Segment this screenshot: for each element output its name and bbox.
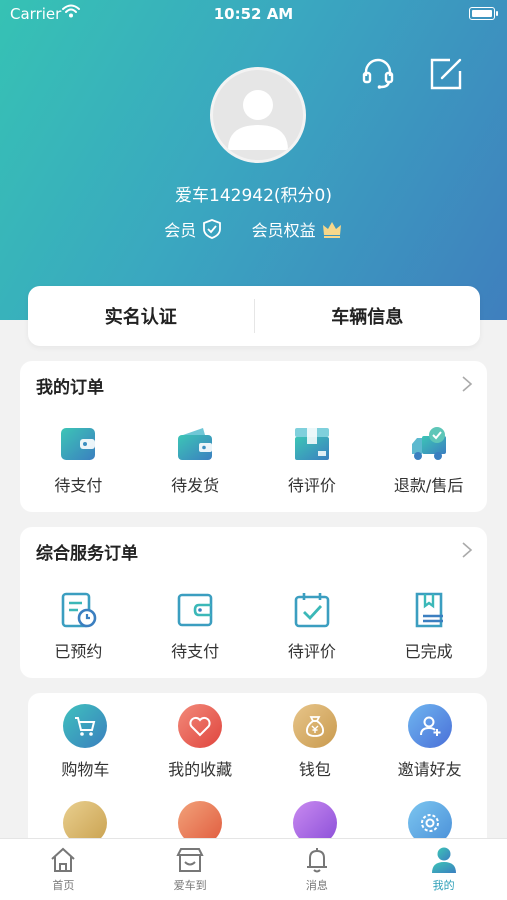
tab-label: 爱车到 xyxy=(173,879,207,892)
clock: 10:52 AM xyxy=(213,5,294,23)
tool-wallet[interactable]: 钱包 xyxy=(258,704,373,780)
calendar-check-icon xyxy=(294,593,330,628)
tool-label: 钱包 xyxy=(298,760,331,779)
tab-label: 首页 xyxy=(52,879,75,892)
tool-invite[interactable]: 邀请好友 xyxy=(372,704,487,780)
tab-car-service[interactable]: 爱车到 xyxy=(127,839,254,900)
tools-card: 购物车 我的收藏 钱包 邀请好友 xyxy=(28,693,487,853)
bell-icon xyxy=(306,848,327,873)
tab-real-name[interactable]: 实名认证 xyxy=(28,303,254,329)
bottom-tab-bar: 首页 爱车到 消息 我的 xyxy=(0,838,507,900)
wallet-outline-icon xyxy=(177,593,213,627)
edit-icon[interactable] xyxy=(428,56,464,92)
tool-cart[interactable]: 购物车 xyxy=(28,704,143,780)
verification-tabs: 实名认证 车辆信息 xyxy=(28,286,480,346)
order-label: 待评价 xyxy=(287,476,336,495)
order-pending-shipment[interactable]: 待发货 xyxy=(137,424,254,496)
status-bar: Carrier 10:52 AM xyxy=(0,0,507,30)
member-row: 会员 会员权益 xyxy=(0,217,507,241)
service-orders-title: 综合服务订单 xyxy=(36,544,138,564)
box-icon xyxy=(294,428,329,460)
heart-icon xyxy=(178,704,223,748)
member-label[interactable]: 会员 xyxy=(164,221,196,240)
tab-mine[interactable]: 我的 xyxy=(380,839,507,900)
completed-doc-icon xyxy=(415,592,443,628)
battery-icon xyxy=(469,7,498,20)
benefits-label[interactable]: 会员权益 xyxy=(252,221,316,240)
crown-icon xyxy=(322,222,341,238)
order-pending-review[interactable]: 待评价 xyxy=(254,424,371,496)
tool-label: 购物车 xyxy=(61,760,110,779)
order-pending-payment[interactable]: 待支付 xyxy=(20,424,137,496)
headset-icon[interactable] xyxy=(360,56,396,92)
truck-icon xyxy=(411,427,446,460)
store-icon xyxy=(176,848,204,872)
avatar[interactable] xyxy=(210,67,306,163)
order-label: 待支付 xyxy=(54,476,103,495)
order-label: 待发货 xyxy=(171,476,220,495)
service-pending-payment[interactable]: 待支付 xyxy=(137,590,254,662)
tab-label: 消息 xyxy=(305,879,328,892)
my-orders-title: 我的订单 xyxy=(36,378,104,398)
clock-document-icon xyxy=(62,592,97,628)
chevron-right-icon[interactable] xyxy=(461,375,473,393)
service-label: 待评价 xyxy=(287,642,336,661)
tool-label: 邀请好友 xyxy=(397,760,462,779)
service-reserved[interactable]: 已预约 xyxy=(20,590,137,662)
home-icon xyxy=(51,847,76,872)
wallet-icon xyxy=(61,428,96,460)
person-icon xyxy=(431,847,456,873)
tab-home[interactable]: 首页 xyxy=(0,839,127,900)
tab-label: 我的 xyxy=(432,879,455,892)
service-label: 已完成 xyxy=(404,642,453,661)
money-bag-icon xyxy=(292,704,337,748)
tool-label: 我的收藏 xyxy=(168,760,233,779)
service-label: 待支付 xyxy=(171,642,220,661)
cart-icon xyxy=(63,704,108,748)
order-label: 退款/售后 xyxy=(393,476,464,495)
shield-icon xyxy=(203,219,222,239)
service-pending-review[interactable]: 待评价 xyxy=(254,590,371,662)
tab-messages[interactable]: 消息 xyxy=(254,839,381,900)
purse-icon xyxy=(178,428,213,460)
service-label: 已预约 xyxy=(54,642,103,661)
order-refund-after-sales[interactable]: 退款/售后 xyxy=(370,424,487,496)
my-orders-card: 我的订单 待支付 待发货 待评价 退款/售后 xyxy=(20,361,487,512)
tab-vehicle-info[interactable]: 车辆信息 xyxy=(255,303,481,329)
service-orders-card: 综合服务订单 已预约 待支付 待评价 已完成 xyxy=(20,527,487,678)
avatar-silhouette-icon xyxy=(228,90,288,150)
service-completed[interactable]: 已完成 xyxy=(370,590,487,662)
tool-favorites[interactable]: 我的收藏 xyxy=(143,704,258,780)
invite-user-icon xyxy=(407,704,452,748)
chevron-right-icon[interactable] xyxy=(461,541,473,559)
username: 爱车142942(积分0) xyxy=(175,186,332,206)
